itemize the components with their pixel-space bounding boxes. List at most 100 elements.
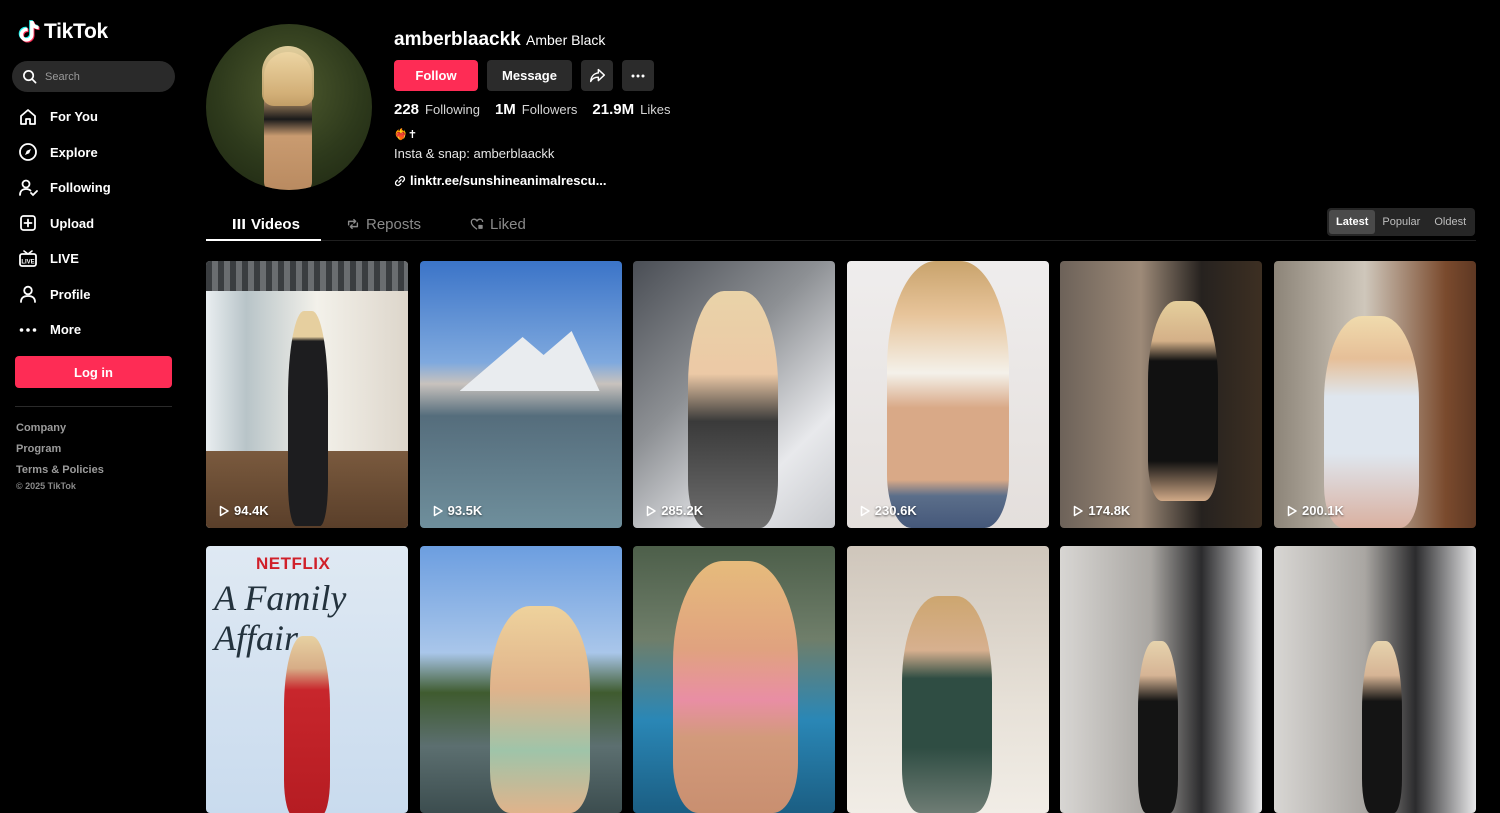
sidebar-item-label: For You xyxy=(50,109,98,125)
poster-title: A Family Affair xyxy=(214,578,347,658)
stat-following[interactable]: 228 Following xyxy=(394,101,480,118)
avatar[interactable] xyxy=(206,24,372,190)
upload-icon xyxy=(18,213,38,233)
video-card[interactable] xyxy=(1060,546,1263,813)
stat-label: Followers xyxy=(521,102,578,117)
video-card[interactable]: 94.4K xyxy=(206,261,408,528)
sort-toggle: Latest Popular Oldest xyxy=(1327,208,1476,236)
view-count: 200.1K xyxy=(1286,503,1344,518)
video-card[interactable]: 230.6K xyxy=(846,261,1049,528)
view-count-text: 94.4K xyxy=(234,503,269,518)
sidebar-item-label: LIVE xyxy=(50,251,79,267)
view-count: 174.8K xyxy=(1072,503,1130,518)
video-card[interactable]: 285.2K xyxy=(633,261,836,528)
sort-oldest-button[interactable]: Oldest xyxy=(1427,210,1473,234)
tiktok-note-icon xyxy=(18,20,40,43)
stat-followers[interactable]: 1M Followers xyxy=(495,101,577,118)
profile-main: amberblaackk Amber Black Follow Message … xyxy=(190,0,1500,813)
profile-tabs: Videos Reposts Liked xyxy=(206,207,1476,241)
sidebar-item-upload[interactable]: Upload xyxy=(18,206,178,242)
following-icon xyxy=(18,178,38,198)
repost-icon xyxy=(347,218,359,230)
stat-value: 21.9M xyxy=(592,101,635,118)
video-thumb-figure xyxy=(1324,316,1419,528)
play-icon xyxy=(219,505,229,516)
bio-link[interactable]: linktr.ee/sunshineanimalrescu... xyxy=(394,173,607,188)
netflix-logo: NETFLIX xyxy=(256,554,331,573)
sidebar-item-label: Following xyxy=(50,180,111,196)
video-card[interactable] xyxy=(846,546,1049,813)
play-icon xyxy=(646,505,656,516)
bio-text: Insta & snap: amberblaackk xyxy=(394,146,555,161)
view-count-text: 285.2K xyxy=(661,503,704,518)
tab-label: Videos xyxy=(251,215,300,233)
more-options-button[interactable] xyxy=(622,60,654,91)
stat-likes: 21.9M Likes xyxy=(592,101,670,118)
tab-label: Reposts xyxy=(366,215,422,233)
video-card[interactable] xyxy=(633,546,836,813)
view-count-text: 200.1K xyxy=(1302,503,1344,518)
footer-link-program[interactable]: Program xyxy=(16,441,104,462)
copyright-text: © 2025 TikTok xyxy=(16,481,76,491)
heart-lock-icon xyxy=(470,218,484,230)
video-thumb-figure xyxy=(284,636,330,813)
view-count: 230.6K xyxy=(859,503,917,518)
play-icon xyxy=(860,505,870,516)
search-box[interactable] xyxy=(12,61,175,92)
video-card[interactable] xyxy=(419,546,622,813)
video-card[interactable]: 93.5K xyxy=(419,261,622,528)
video-card[interactable]: 200.1K xyxy=(1274,261,1476,528)
play-icon xyxy=(433,505,443,516)
sidebar-item-following[interactable]: Following xyxy=(18,170,178,206)
sidebar-footer: Company Program Terms & Policies © 2025 … xyxy=(16,420,104,491)
grid-icon xyxy=(233,219,245,229)
video-thumb-figure xyxy=(1148,301,1219,501)
footer-link-company[interactable]: Company xyxy=(16,420,104,441)
view-count: 285.2K xyxy=(645,503,703,518)
video-thumb-figure xyxy=(489,606,590,813)
bio-link-text: linktr.ee/sunshineanimalrescu... xyxy=(410,173,607,188)
bio-emoji: ❤️‍🔥✝ xyxy=(394,129,417,141)
share-button[interactable] xyxy=(581,60,613,91)
video-thumb-figure xyxy=(886,261,1009,528)
search-icon xyxy=(23,70,37,84)
profile-icon xyxy=(18,284,38,304)
search-input[interactable] xyxy=(45,70,155,83)
tab-reposts[interactable]: Reposts xyxy=(346,207,421,241)
link-icon xyxy=(394,175,406,186)
svg-text:LIVE: LIVE xyxy=(21,259,34,265)
video-card[interactable]: NETFLIX A Family Affair xyxy=(206,546,408,813)
video-thumb-figure xyxy=(288,311,328,526)
sidebar-item-label: Explore xyxy=(50,144,98,160)
username: amberblaackk xyxy=(394,29,521,50)
active-tab-indicator xyxy=(206,239,321,241)
login-button[interactable]: Log in xyxy=(15,356,172,388)
sidebar-item-profile[interactable]: Profile xyxy=(18,277,178,313)
stat-value: 228 xyxy=(394,101,420,118)
video-thumb-figure xyxy=(673,561,799,813)
video-thumb-figure xyxy=(1362,641,1402,813)
live-icon: LIVE xyxy=(18,249,38,269)
sidebar-item-explore[interactable]: Explore xyxy=(18,135,178,171)
video-card[interactable] xyxy=(1274,546,1476,813)
tab-videos[interactable]: Videos xyxy=(233,207,300,241)
sidebar-item-label: Profile xyxy=(50,286,91,302)
sidebar-item-for-you[interactable]: For You xyxy=(18,99,178,135)
tab-liked[interactable]: Liked xyxy=(470,207,526,241)
footer-link-terms[interactable]: Terms & Policies xyxy=(16,462,104,483)
video-card[interactable]: 174.8K xyxy=(1060,261,1263,528)
sort-popular-button[interactable]: Popular xyxy=(1375,210,1427,234)
sort-latest-button[interactable]: Latest xyxy=(1329,210,1376,234)
sidebar-item-label: Upload xyxy=(50,215,95,231)
sidebar-divider xyxy=(15,406,172,407)
tiktok-logo[interactable]: TikTok xyxy=(18,20,108,44)
home-icon xyxy=(18,107,38,127)
view-count-text: 230.6K xyxy=(874,503,917,518)
share-icon xyxy=(589,68,605,83)
follow-button[interactable]: Follow xyxy=(394,60,478,91)
play-icon xyxy=(1074,505,1084,516)
sidebar: TikTok For You Explore Following xyxy=(0,0,190,756)
sidebar-item-live[interactable]: LIVE LIVE xyxy=(18,241,178,277)
sidebar-item-more[interactable]: More xyxy=(18,312,178,348)
message-button[interactable]: Message xyxy=(487,60,572,91)
